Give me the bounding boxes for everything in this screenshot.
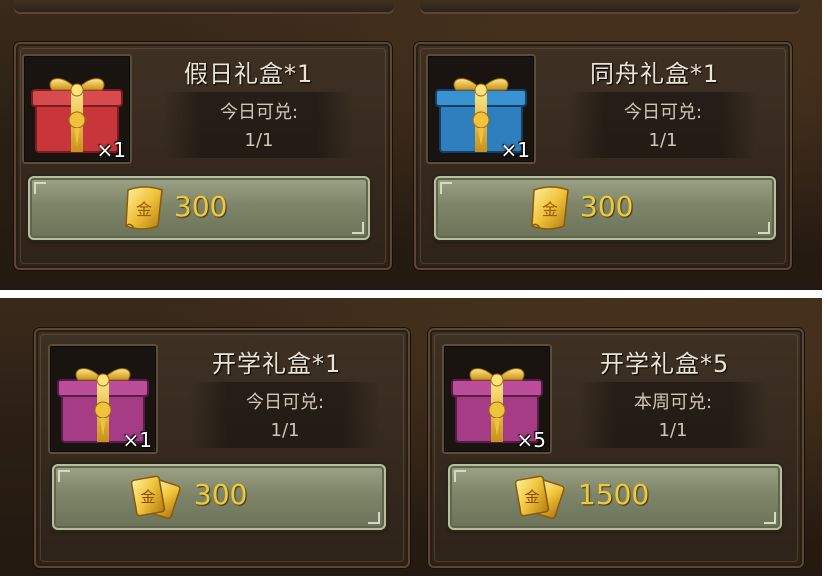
exchange-limit-count: 1/1 <box>244 130 274 151</box>
price-value: 300 <box>194 478 248 511</box>
item-quantity: ×5 <box>516 428 546 452</box>
item-quantity: ×1 <box>96 138 126 162</box>
item-quantity: ×1 <box>500 138 530 162</box>
buy-button[interactable]: 金 1500 <box>448 464 782 530</box>
gold-scroll-icon: 金 <box>531 186 569 230</box>
exchange-limit-count: 1/1 <box>648 130 678 151</box>
exchange-limit-label: 今日可兑: <box>245 392 325 413</box>
exchange-limit-box: 本周可兑: 1/1 <box>578 382 768 448</box>
buy-button[interactable]: 金 300 <box>52 464 386 530</box>
buy-button[interactable]: 金 300 <box>434 176 776 240</box>
price-value: 300 <box>580 190 634 223</box>
item-icon-slot[interactable]: ×1 <box>22 54 132 164</box>
svg-text:金: 金 <box>542 200 558 219</box>
exchange-limit-box: 今日可兑: 1/1 <box>190 382 380 448</box>
item-quantity: ×1 <box>122 428 152 452</box>
exchange-limit-label: 今日可兑: <box>623 102 703 123</box>
gold-ticket-icon: 金 <box>130 475 181 520</box>
bottom-shop-panel: ×1 开学礼盒*1 今日可兑: 1/1 金 300 ×5 开学礼盒*5 本周可兑… <box>0 298 822 576</box>
buy-button[interactable]: 金 300 <box>28 176 370 240</box>
exchange-limit-count: 1/1 <box>658 420 688 441</box>
item-icon-slot[interactable]: ×5 <box>442 344 552 454</box>
item-icon-slot[interactable]: ×1 <box>426 54 536 164</box>
item-title: 同舟礼盒*1 <box>590 60 720 88</box>
exchange-limit-count: 1/1 <box>270 420 300 441</box>
exchange-limit-box: 今日可兑: 1/1 <box>568 92 758 158</box>
top-shop-panel: ×1 假日礼盒*1 今日可兑: 1/1 金 300 ×1 同舟礼盒*1 今日可兑… <box>0 0 822 290</box>
item-icon-slot[interactable]: ×1 <box>48 344 158 454</box>
shop-item-card-1: ×1 假日礼盒*1 今日可兑: 1/1 金 300 <box>14 42 392 270</box>
item-title: 开学礼盒*1 <box>212 350 342 378</box>
price-value: 300 <box>174 190 228 223</box>
shop-item-card-3: ×1 开学礼盒*1 今日可兑: 1/1 金 300 <box>34 328 410 568</box>
item-title: 假日礼盒*1 <box>184 60 314 88</box>
shop-item-card-4: ×5 开学礼盒*5 本周可兑: 1/1 金 1500 <box>428 328 804 568</box>
shop-item-card-2: ×1 同舟礼盒*1 今日可兑: 1/1 金 300 <box>414 42 792 270</box>
gold-ticket-icon: 金 <box>514 475 565 520</box>
item-title: 开学礼盒*5 <box>600 350 730 378</box>
exchange-limit-box: 今日可兑: 1/1 <box>164 92 354 158</box>
exchange-limit-label: 今日可兑: <box>219 102 299 123</box>
svg-text:金: 金 <box>140 488 155 506</box>
exchange-limit-label: 本周可兑: <box>633 392 713 413</box>
card-edge-strip <box>420 0 800 14</box>
price-value: 1500 <box>578 478 650 511</box>
card-edge-strip <box>14 0 394 14</box>
svg-text:金: 金 <box>524 488 539 506</box>
svg-text:金: 金 <box>136 200 152 219</box>
gold-scroll-icon: 金 <box>125 186 163 230</box>
